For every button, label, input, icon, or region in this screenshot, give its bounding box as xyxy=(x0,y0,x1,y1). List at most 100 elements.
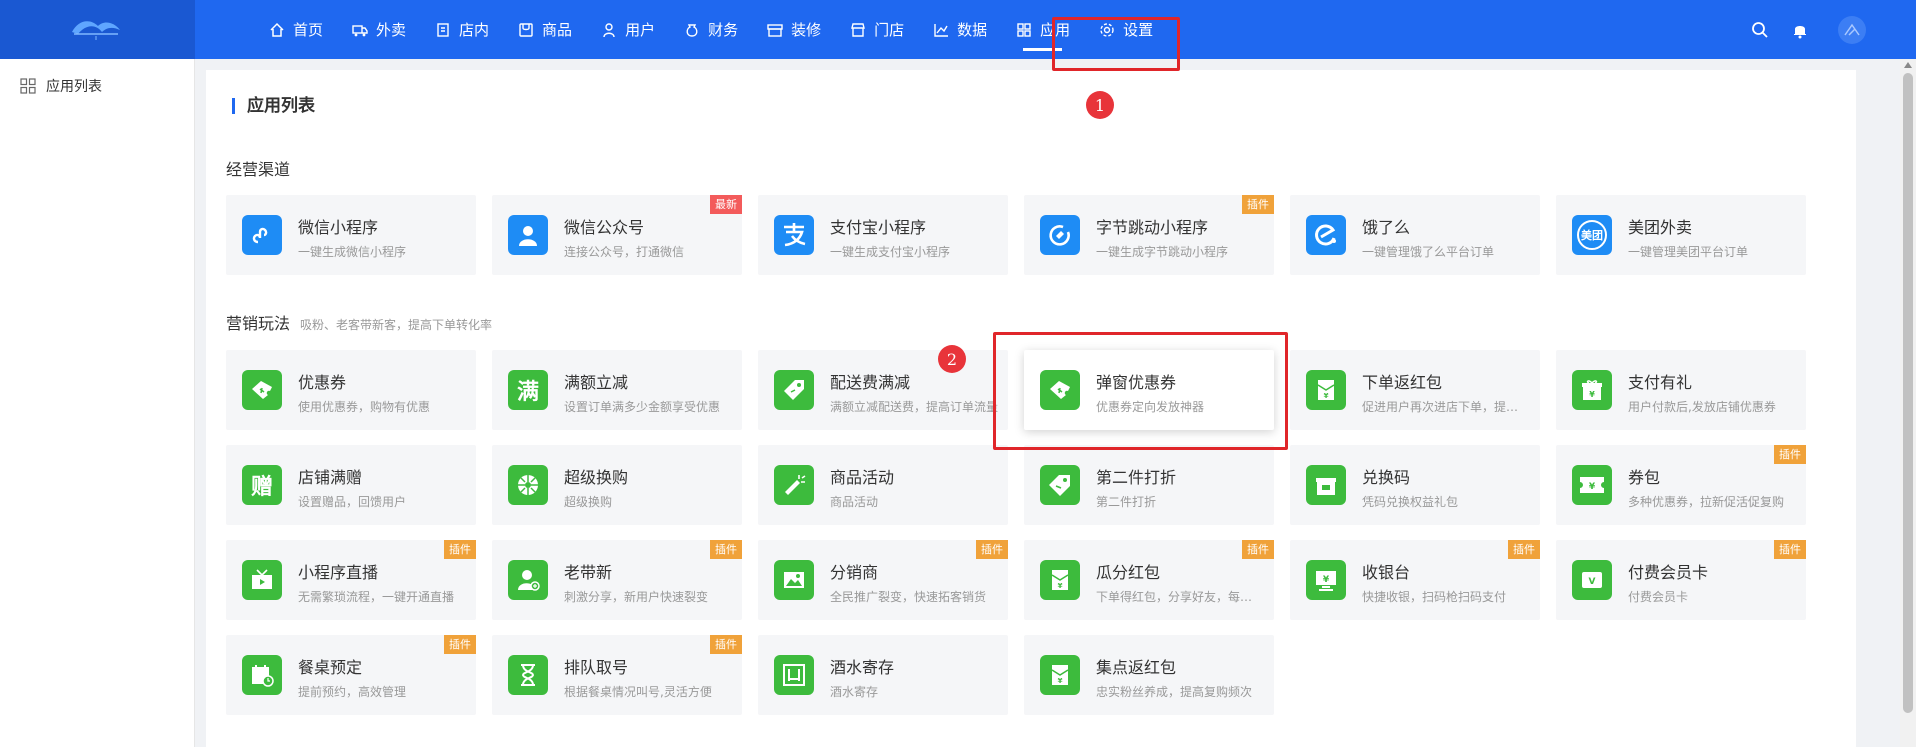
notification-button[interactable] xyxy=(1782,12,1818,48)
app-card[interactable]: V 付费会员卡 付费会员卡 插件 xyxy=(1556,540,1806,620)
app-title: 第二件打折 xyxy=(1096,468,1177,487)
vip-card-icon: V xyxy=(1572,560,1612,600)
user-icon xyxy=(600,21,618,39)
nav-finance[interactable]: 财务 xyxy=(669,0,752,59)
bytedance-icon xyxy=(1040,215,1080,255)
official-account-icon xyxy=(508,215,548,255)
app-card[interactable]: 微信小程序 一键生成微信小程序 xyxy=(226,195,476,275)
nav-product[interactable]: 商品 xyxy=(503,0,586,59)
app-card[interactable]: 微信公众号 连接公众号，打通微信 最新 xyxy=(492,195,742,275)
coupon-icon xyxy=(242,370,282,410)
live-stream-icon xyxy=(242,560,282,600)
nav-label: 首页 xyxy=(293,21,324,39)
app-card[interactable]: 满 满额立减 设置订单满多少金额享受优惠 xyxy=(492,350,742,430)
app-card[interactable]: 老带新 刺激分享，新用户快速裂变 插件 xyxy=(492,540,742,620)
app-desc: 无需繁琐流程，一键开通直播 xyxy=(298,590,455,604)
sidebar-item-app-list[interactable]: 应用列表 xyxy=(20,76,102,96)
points-red-packet-icon: ¥ xyxy=(1040,655,1080,695)
plugin-badge: 插件 xyxy=(444,635,476,654)
app-desc: 超级换购 xyxy=(564,495,613,509)
step-badge-2: 2 xyxy=(938,345,966,373)
app-desc: 设置赠品，回馈用户 xyxy=(298,495,407,509)
section-heading: 营销玩法 xyxy=(226,314,291,333)
app-desc: 提前预约，高效管理 xyxy=(298,685,407,699)
nav-dine-in[interactable]: 店内 xyxy=(420,0,503,59)
app-card[interactable]: 酒水寄存 酒水寄存 xyxy=(758,635,1008,715)
app-card[interactable]: 美团 美团外卖 一键管理美团平台订单 xyxy=(1556,195,1806,275)
app-desc: 促进用户再次进店下单，提升复购 xyxy=(1362,400,1530,414)
page-title: 应用列表 xyxy=(232,98,315,115)
delivery-icon xyxy=(351,21,369,39)
order-red-packet-icon: ¥ xyxy=(1306,370,1346,410)
nav-label: 门店 xyxy=(874,21,905,39)
app-card[interactable]: 小程序直播 无需繁琐流程，一键开通直播 插件 xyxy=(226,540,476,620)
alipay-icon xyxy=(774,215,814,255)
app-title: 集点返红包 xyxy=(1096,658,1177,677)
plugin-badge: 插件 xyxy=(1774,540,1806,559)
app-card[interactable]: ¥ 券包 多种优惠券，拉新促活促复购 插件 xyxy=(1556,445,1806,525)
decoration-icon xyxy=(766,21,784,39)
app-card[interactable]: 赠 店铺满赠 设置赠品，回馈用户 xyxy=(226,445,476,525)
app-desc: 全民推广裂变，快速拓客销货 xyxy=(830,590,987,604)
nav-store[interactable]: 门店 xyxy=(835,0,918,59)
app-card[interactable]: 配送费满减 满额立减配送费，提高订单流量 xyxy=(758,350,1008,430)
nav-label: 数据 xyxy=(957,21,988,39)
app-card[interactable]: 排队取号 根据餐桌情况叫号,灵活方便 插件 xyxy=(492,635,742,715)
app-title: 支付有礼 xyxy=(1628,373,1693,392)
app-card[interactable]: 商品活动 商品活动 xyxy=(758,445,1008,525)
app-title: 店铺满赠 xyxy=(298,468,363,487)
app-card[interactable]: ¥ 下单返红包 促进用户再次进店下单，提升复购 xyxy=(1290,350,1540,430)
scroll-up-arrow-icon[interactable] xyxy=(1904,62,1912,68)
scrollbar[interactable] xyxy=(1900,59,1916,747)
super-exchange-icon xyxy=(508,465,548,505)
dine-in-icon xyxy=(434,21,452,39)
app-card[interactable]: ¥ 收银台 快捷收银，扫码枪扫码支付 插件 xyxy=(1290,540,1540,620)
bell-icon xyxy=(1794,25,1806,38)
search-icon xyxy=(1752,21,1768,38)
svg-text:¥: ¥ xyxy=(1324,392,1329,400)
app-title: 下单返红包 xyxy=(1362,373,1443,392)
app-card[interactable]: 分销商 全民推广裂变，快速拓客销货 插件 xyxy=(758,540,1008,620)
nav-decoration[interactable]: 装修 xyxy=(752,0,835,59)
delivery-fee-icon xyxy=(774,370,814,410)
app-title: 付费会员卡 xyxy=(1628,563,1709,582)
app-title: 兑换码 xyxy=(1362,468,1411,487)
app-desc: 一键生成支付宝小程序 xyxy=(830,245,951,259)
top-right-tools xyxy=(1742,0,1916,59)
nav-data[interactable]: 数据 xyxy=(918,0,1001,59)
app-desc: 满额立减配送费，提高订单流量 xyxy=(830,400,998,414)
app-card[interactable]: 字节跳动小程序 一键生成字节跳动小程序 插件 xyxy=(1024,195,1274,275)
referral-icon xyxy=(508,560,548,600)
logo[interactable] xyxy=(0,0,195,59)
app-card[interactable]: ¥ 支付有礼 用户付款后,发放店铺优惠券 xyxy=(1556,350,1806,430)
app-desc: 付费会员卡 xyxy=(1628,590,1689,604)
app-desc: 用户付款后,发放店铺优惠券 xyxy=(1628,400,1776,414)
search-button[interactable] xyxy=(1742,12,1778,48)
nav-home[interactable]: 首页 xyxy=(254,0,337,59)
app-card[interactable]: ¥ 瓜分红包 下单得红包，分享好友，每人领取 插件 xyxy=(1024,540,1274,620)
app-card[interactable]: 支付宝小程序 一键生成支付宝小程序 xyxy=(758,195,1008,275)
app-card[interactable]: 兑换码 凭码兑换权益礼包 xyxy=(1290,445,1540,525)
product-activity-icon xyxy=(774,465,814,505)
app-card[interactable]: 优惠券 使用优惠券，购物有优惠 xyxy=(226,350,476,430)
app-title: 美团外卖 xyxy=(1628,218,1693,237)
nav-user[interactable]: 用户 xyxy=(586,0,669,59)
meituan-icon-text: 美团 xyxy=(1577,220,1607,250)
avatar[interactable] xyxy=(1838,15,1866,44)
svg-text:¥: ¥ xyxy=(1058,677,1063,685)
queue-icon xyxy=(508,655,548,695)
scroll-thumb[interactable] xyxy=(1903,73,1913,713)
redeem-code-icon xyxy=(1306,465,1346,505)
app-card[interactable]: 超级换购 超级换购 xyxy=(492,445,742,525)
app-title: 老带新 xyxy=(564,563,613,582)
app-card[interactable]: 第二件打折 第二件打折 xyxy=(1024,445,1274,525)
home-icon xyxy=(268,21,286,39)
nav-delivery[interactable]: 外卖 xyxy=(337,0,420,59)
app-card[interactable]: ¥ 集点返红包 忠实粉丝养成，提高复购频次 xyxy=(1024,635,1274,715)
plugin-badge: 插件 xyxy=(1508,540,1540,559)
app-title: 支付宝小程序 xyxy=(830,218,927,237)
app-card[interactable]: 餐桌预定 提前预约，高效管理 插件 xyxy=(226,635,476,715)
distributor-icon xyxy=(774,560,814,600)
app-card[interactable]: 饿了么 一键管理饿了么平台订单 xyxy=(1290,195,1540,275)
highlight-box-popup-coupon xyxy=(993,332,1288,450)
